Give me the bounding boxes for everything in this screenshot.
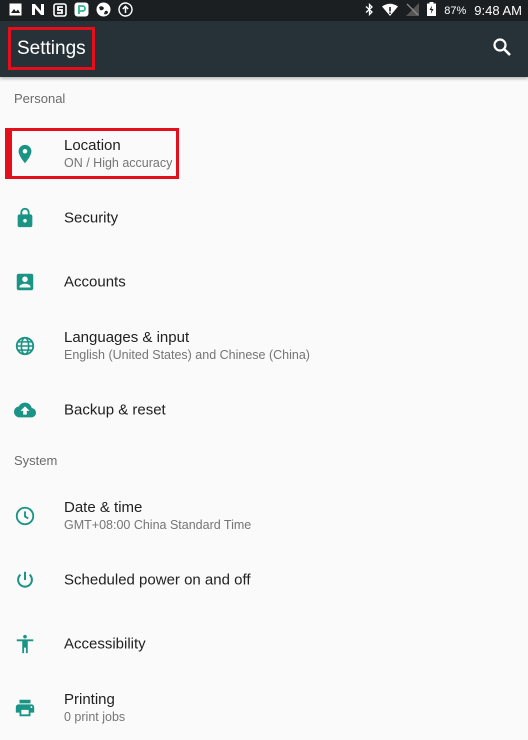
clock-icon bbox=[15, 506, 35, 526]
item-label: Security bbox=[64, 209, 119, 227]
settings-item-scheduled-power[interactable]: Scheduled power on and off bbox=[0, 548, 528, 612]
settings-item-printing[interactable]: Printing 0 print jobs bbox=[0, 676, 528, 740]
settings-item-languages[interactable]: Languages & input English (United States… bbox=[0, 314, 528, 378]
s-app-icon bbox=[52, 2, 67, 17]
globe-app-icon bbox=[96, 2, 111, 17]
settings-item-location[interactable]: Location ON / High accuracy bbox=[0, 122, 528, 186]
wifi-icon bbox=[382, 3, 399, 19]
signal-icon bbox=[406, 2, 420, 19]
image-icon bbox=[8, 2, 23, 17]
item-label: Accessibility bbox=[64, 635, 146, 653]
item-label: Location bbox=[64, 137, 121, 154]
accessibility-icon bbox=[16, 634, 34, 654]
battery-icon bbox=[427, 2, 437, 19]
location-pin-icon bbox=[18, 144, 32, 164]
settings-item-backup[interactable]: Backup & reset bbox=[0, 378, 528, 442]
item-label: Date & time bbox=[64, 499, 143, 516]
search-button[interactable] bbox=[492, 37, 512, 57]
item-label: Scheduled power on and off bbox=[64, 571, 251, 589]
battery-percent: 87% bbox=[444, 4, 467, 17]
app-bar: Settings bbox=[0, 21, 528, 77]
printer-icon bbox=[15, 699, 35, 717]
cloud-upload-icon bbox=[14, 402, 36, 418]
lock-icon bbox=[17, 207, 33, 228]
status-bar: 87% 9:48 AM bbox=[0, 0, 528, 21]
item-label: Languages & input bbox=[64, 329, 190, 346]
item-label: Backup & reset bbox=[64, 401, 166, 419]
n-app-icon bbox=[30, 2, 45, 17]
item-label: Printing bbox=[64, 691, 115, 708]
item-label: Accounts bbox=[64, 273, 126, 291]
search-icon bbox=[493, 38, 511, 56]
bluetooth-icon bbox=[365, 2, 374, 19]
item-summary: GMT+08:00 China Standard Time bbox=[64, 518, 252, 532]
item-summary: 0 print jobs bbox=[64, 710, 126, 724]
settings-item-accounts[interactable]: Accounts bbox=[0, 250, 528, 314]
settings-item-accessibility[interactable]: Accessibility bbox=[0, 612, 528, 676]
item-summary: English (United States) and Chinese (Chi… bbox=[64, 348, 310, 362]
settings-item-date-time[interactable]: Date & time GMT+08:00 China Standard Tim… bbox=[0, 484, 528, 548]
globe-icon bbox=[15, 336, 35, 356]
upload-icon bbox=[118, 2, 133, 17]
item-summary: ON / High accuracy bbox=[64, 156, 173, 170]
section-header-system: System bbox=[14, 453, 58, 468]
section-header-personal: Personal bbox=[14, 91, 66, 106]
clock: 9:48 AM bbox=[474, 3, 522, 18]
p-app-icon bbox=[74, 2, 89, 17]
power-icon bbox=[17, 571, 33, 588]
settings-item-security[interactable]: Security bbox=[0, 186, 528, 250]
account-box-icon bbox=[16, 273, 34, 291]
page-title: Settings bbox=[8, 27, 95, 70]
